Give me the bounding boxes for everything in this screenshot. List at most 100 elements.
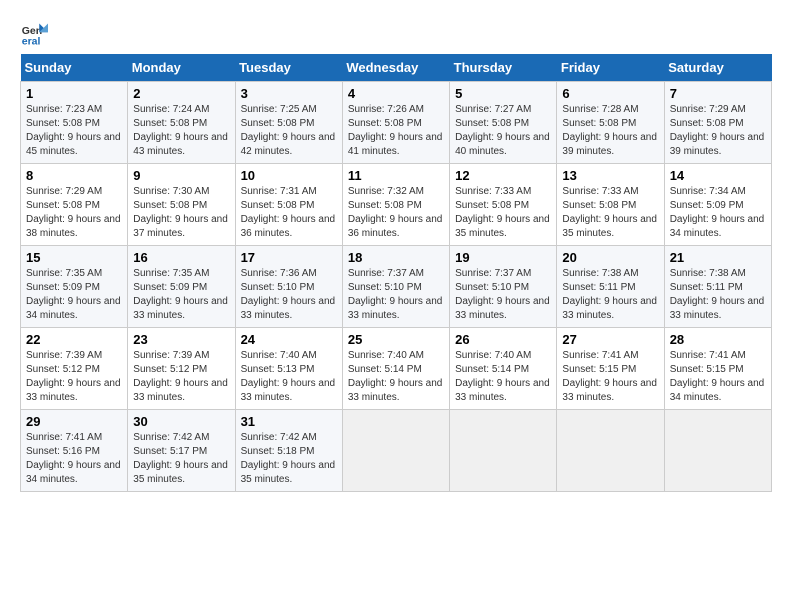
calendar-day-header: Thursday xyxy=(450,54,557,82)
day-detail: Sunrise: 7:42 AM Sunset: 5:17 PM Dayligh… xyxy=(133,431,229,487)
calendar-cell: 9 Sunrise: 7:30 AM Sunset: 5:08 PM Dayli… xyxy=(128,164,235,246)
calendar-cell: 6 Sunrise: 7:28 AM Sunset: 5:08 PM Dayli… xyxy=(557,82,664,164)
day-number: 29 xyxy=(26,414,122,429)
day-number: 5 xyxy=(455,86,551,101)
calendar-week-row: 29 Sunrise: 7:41 AM Sunset: 5:16 PM Dayl… xyxy=(21,410,772,492)
day-number: 24 xyxy=(241,332,337,347)
calendar-cell: 11 Sunrise: 7:32 AM Sunset: 5:08 PM Dayl… xyxy=(342,164,449,246)
day-detail: Sunrise: 7:31 AM Sunset: 5:08 PM Dayligh… xyxy=(241,185,337,241)
day-detail: Sunrise: 7:32 AM Sunset: 5:08 PM Dayligh… xyxy=(348,185,444,241)
day-number: 7 xyxy=(670,86,766,101)
calendar-cell: 19 Sunrise: 7:37 AM Sunset: 5:10 PM Dayl… xyxy=(450,246,557,328)
day-number: 2 xyxy=(133,86,229,101)
day-detail: Sunrise: 7:33 AM Sunset: 5:08 PM Dayligh… xyxy=(562,185,658,241)
day-number: 11 xyxy=(348,168,444,183)
calendar-cell: 18 Sunrise: 7:37 AM Sunset: 5:10 PM Dayl… xyxy=(342,246,449,328)
day-number: 27 xyxy=(562,332,658,347)
calendar-week-row: 15 Sunrise: 7:35 AM Sunset: 5:09 PM Dayl… xyxy=(21,246,772,328)
day-detail: Sunrise: 7:33 AM Sunset: 5:08 PM Dayligh… xyxy=(455,185,551,241)
day-number: 18 xyxy=(348,250,444,265)
calendar-cell: 15 Sunrise: 7:35 AM Sunset: 5:09 PM Dayl… xyxy=(21,246,128,328)
calendar-table: SundayMondayTuesdayWednesdayThursdayFrid… xyxy=(20,54,772,492)
day-number: 4 xyxy=(348,86,444,101)
day-detail: Sunrise: 7:27 AM Sunset: 5:08 PM Dayligh… xyxy=(455,103,551,159)
calendar-cell xyxy=(342,410,449,492)
calendar-day-header: Friday xyxy=(557,54,664,82)
day-detail: Sunrise: 7:39 AM Sunset: 5:12 PM Dayligh… xyxy=(133,349,229,405)
day-number: 26 xyxy=(455,332,551,347)
day-detail: Sunrise: 7:26 AM Sunset: 5:08 PM Dayligh… xyxy=(348,103,444,159)
day-number: 15 xyxy=(26,250,122,265)
day-detail: Sunrise: 7:41 AM Sunset: 5:15 PM Dayligh… xyxy=(562,349,658,405)
day-number: 16 xyxy=(133,250,229,265)
calendar-cell: 31 Sunrise: 7:42 AM Sunset: 5:18 PM Dayl… xyxy=(235,410,342,492)
day-detail: Sunrise: 7:38 AM Sunset: 5:11 PM Dayligh… xyxy=(562,267,658,323)
day-detail: Sunrise: 7:29 AM Sunset: 5:08 PM Dayligh… xyxy=(26,185,122,241)
calendar-cell: 26 Sunrise: 7:40 AM Sunset: 5:14 PM Dayl… xyxy=(450,328,557,410)
day-detail: Sunrise: 7:34 AM Sunset: 5:09 PM Dayligh… xyxy=(670,185,766,241)
calendar-cell: 22 Sunrise: 7:39 AM Sunset: 5:12 PM Dayl… xyxy=(21,328,128,410)
logo-icon: Gen eral xyxy=(20,20,48,48)
day-number: 31 xyxy=(241,414,337,429)
day-detail: Sunrise: 7:35 AM Sunset: 5:09 PM Dayligh… xyxy=(26,267,122,323)
day-number: 1 xyxy=(26,86,122,101)
day-detail: Sunrise: 7:28 AM Sunset: 5:08 PM Dayligh… xyxy=(562,103,658,159)
calendar-cell: 25 Sunrise: 7:40 AM Sunset: 5:14 PM Dayl… xyxy=(342,328,449,410)
calendar-day-header: Sunday xyxy=(21,54,128,82)
calendar-cell: 5 Sunrise: 7:27 AM Sunset: 5:08 PM Dayli… xyxy=(450,82,557,164)
day-number: 21 xyxy=(670,250,766,265)
day-number: 8 xyxy=(26,168,122,183)
calendar-day-header: Tuesday xyxy=(235,54,342,82)
calendar-cell: 12 Sunrise: 7:33 AM Sunset: 5:08 PM Dayl… xyxy=(450,164,557,246)
calendar-cell: 4 Sunrise: 7:26 AM Sunset: 5:08 PM Dayli… xyxy=(342,82,449,164)
calendar-cell: 14 Sunrise: 7:34 AM Sunset: 5:09 PM Dayl… xyxy=(664,164,771,246)
calendar-cell: 24 Sunrise: 7:40 AM Sunset: 5:13 PM Dayl… xyxy=(235,328,342,410)
day-detail: Sunrise: 7:39 AM Sunset: 5:12 PM Dayligh… xyxy=(26,349,122,405)
calendar-cell xyxy=(557,410,664,492)
day-detail: Sunrise: 7:40 AM Sunset: 5:13 PM Dayligh… xyxy=(241,349,337,405)
calendar-header-row: SundayMondayTuesdayWednesdayThursdayFrid… xyxy=(21,54,772,82)
calendar-week-row: 1 Sunrise: 7:23 AM Sunset: 5:08 PM Dayli… xyxy=(21,82,772,164)
calendar-cell xyxy=(664,410,771,492)
day-detail: Sunrise: 7:37 AM Sunset: 5:10 PM Dayligh… xyxy=(348,267,444,323)
calendar-cell: 23 Sunrise: 7:39 AM Sunset: 5:12 PM Dayl… xyxy=(128,328,235,410)
day-number: 6 xyxy=(562,86,658,101)
calendar-cell: 21 Sunrise: 7:38 AM Sunset: 5:11 PM Dayl… xyxy=(664,246,771,328)
calendar-cell: 29 Sunrise: 7:41 AM Sunset: 5:16 PM Dayl… xyxy=(21,410,128,492)
calendar-cell: 3 Sunrise: 7:25 AM Sunset: 5:08 PM Dayli… xyxy=(235,82,342,164)
calendar-cell: 17 Sunrise: 7:36 AM Sunset: 5:10 PM Dayl… xyxy=(235,246,342,328)
calendar-cell: 8 Sunrise: 7:29 AM Sunset: 5:08 PM Dayli… xyxy=(21,164,128,246)
calendar-cell: 20 Sunrise: 7:38 AM Sunset: 5:11 PM Dayl… xyxy=(557,246,664,328)
day-number: 19 xyxy=(455,250,551,265)
day-detail: Sunrise: 7:23 AM Sunset: 5:08 PM Dayligh… xyxy=(26,103,122,159)
calendar-cell: 16 Sunrise: 7:35 AM Sunset: 5:09 PM Dayl… xyxy=(128,246,235,328)
calendar-week-row: 22 Sunrise: 7:39 AM Sunset: 5:12 PM Dayl… xyxy=(21,328,772,410)
logo: Gen eral xyxy=(20,20,52,48)
day-number: 20 xyxy=(562,250,658,265)
calendar-cell: 27 Sunrise: 7:41 AM Sunset: 5:15 PM Dayl… xyxy=(557,328,664,410)
day-detail: Sunrise: 7:38 AM Sunset: 5:11 PM Dayligh… xyxy=(670,267,766,323)
day-number: 3 xyxy=(241,86,337,101)
day-number: 25 xyxy=(348,332,444,347)
day-detail: Sunrise: 7:40 AM Sunset: 5:14 PM Dayligh… xyxy=(455,349,551,405)
day-number: 14 xyxy=(670,168,766,183)
calendar-day-header: Monday xyxy=(128,54,235,82)
day-number: 28 xyxy=(670,332,766,347)
day-detail: Sunrise: 7:25 AM Sunset: 5:08 PM Dayligh… xyxy=(241,103,337,159)
page-header: Gen eral xyxy=(20,20,772,48)
day-detail: Sunrise: 7:37 AM Sunset: 5:10 PM Dayligh… xyxy=(455,267,551,323)
day-detail: Sunrise: 7:35 AM Sunset: 5:09 PM Dayligh… xyxy=(133,267,229,323)
day-number: 22 xyxy=(26,332,122,347)
day-detail: Sunrise: 7:41 AM Sunset: 5:16 PM Dayligh… xyxy=(26,431,122,487)
day-number: 13 xyxy=(562,168,658,183)
calendar-cell: 10 Sunrise: 7:31 AM Sunset: 5:08 PM Dayl… xyxy=(235,164,342,246)
calendar-cell: 28 Sunrise: 7:41 AM Sunset: 5:15 PM Dayl… xyxy=(664,328,771,410)
calendar-day-header: Saturday xyxy=(664,54,771,82)
day-detail: Sunrise: 7:29 AM Sunset: 5:08 PM Dayligh… xyxy=(670,103,766,159)
calendar-cell: 30 Sunrise: 7:42 AM Sunset: 5:17 PM Dayl… xyxy=(128,410,235,492)
day-number: 12 xyxy=(455,168,551,183)
calendar-week-row: 8 Sunrise: 7:29 AM Sunset: 5:08 PM Dayli… xyxy=(21,164,772,246)
day-detail: Sunrise: 7:42 AM Sunset: 5:18 PM Dayligh… xyxy=(241,431,337,487)
day-number: 17 xyxy=(241,250,337,265)
day-number: 30 xyxy=(133,414,229,429)
